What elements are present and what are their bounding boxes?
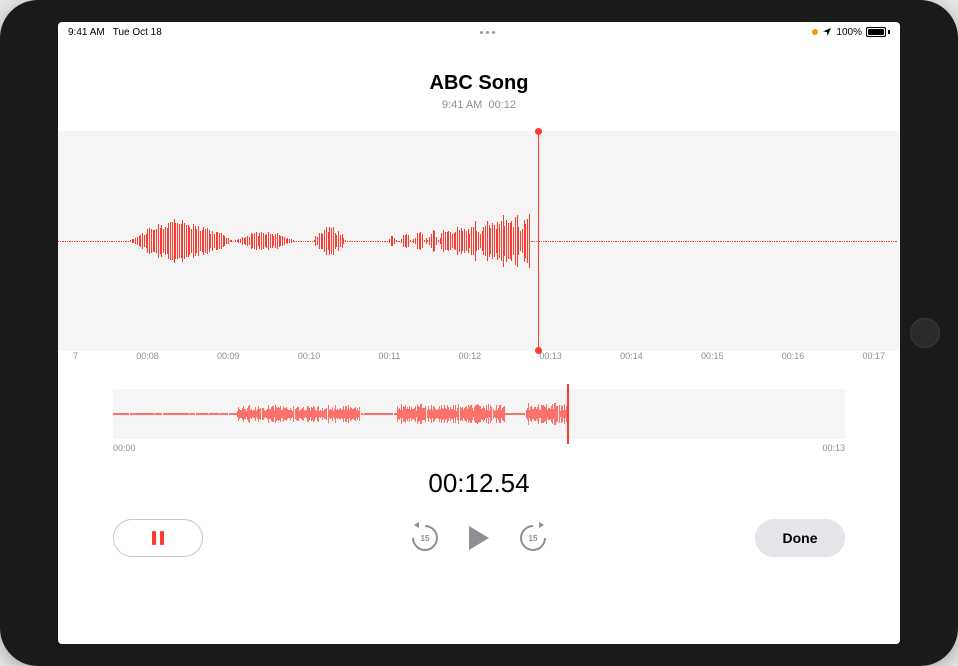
ruler-mark: 00:12 [459,351,482,369]
ruler-mark: 00:17 [862,351,885,369]
ruler-mark: 00:14 [620,351,643,369]
playhead-indicator[interactable] [538,131,539,351]
overview-waveform[interactable] [113,389,845,439]
ruler-mark: 00:11 [379,351,401,369]
status-handle [480,31,495,34]
ruler-mark: 00:09 [217,351,240,369]
recording-title[interactable]: ABC Song [58,72,900,95]
time-ruler: 7 00:08 00:09 00:10 00:11 00:12 00:13 00:14 00:1… [58,351,900,369]
status-bar: 9:41 AM Tue Oct 18 100% [58,22,900,42]
battery-icon [866,27,890,37]
ruler-mark: 7 [73,351,78,369]
recording-meta: 9:41 AM 00:12 [58,99,900,111]
recording-indicator-icon [812,29,818,35]
skip-back-label: 15 [421,534,430,543]
ipad-frame: 9:41 AM Tue Oct 18 100% [0,0,958,666]
pause-button[interactable] [113,519,203,557]
overview-start-time: 00:00 [113,443,136,453]
done-button[interactable]: Done [755,519,845,557]
ruler-mark: 00:15 [701,351,724,369]
battery-percent: 100% [836,27,862,38]
location-icon [822,27,832,37]
ruler-mark: 00:16 [782,351,805,369]
pause-icon [152,531,164,545]
ruler-mark: 00:10 [298,351,321,369]
ruler-mark: 00:08 [136,351,159,369]
play-icon [469,526,489,550]
skip-back-15-button[interactable]: 15 [411,524,439,552]
main-waveform[interactable] [58,131,900,351]
status-time: 9:41 AM [68,27,105,38]
status-date: Tue Oct 18 [113,27,162,38]
ruler-mark: 00:13 [539,351,562,369]
home-button[interactable] [910,318,940,348]
controls-bar: 15 15 Done [58,499,900,557]
content-area: ABC Song 9:41 AM 00:12 7 00:08 00:09 00:10 0… [58,42,900,644]
skip-forward-15-button[interactable]: 15 [519,524,547,552]
overview-end-time: 00:13 [822,443,845,453]
skip-forward-label: 15 [529,534,538,543]
timer-display: 00:12.54 [58,468,900,499]
overview-playhead[interactable] [567,384,569,444]
screen: 9:41 AM Tue Oct 18 100% [58,22,900,644]
play-button[interactable] [469,526,489,550]
